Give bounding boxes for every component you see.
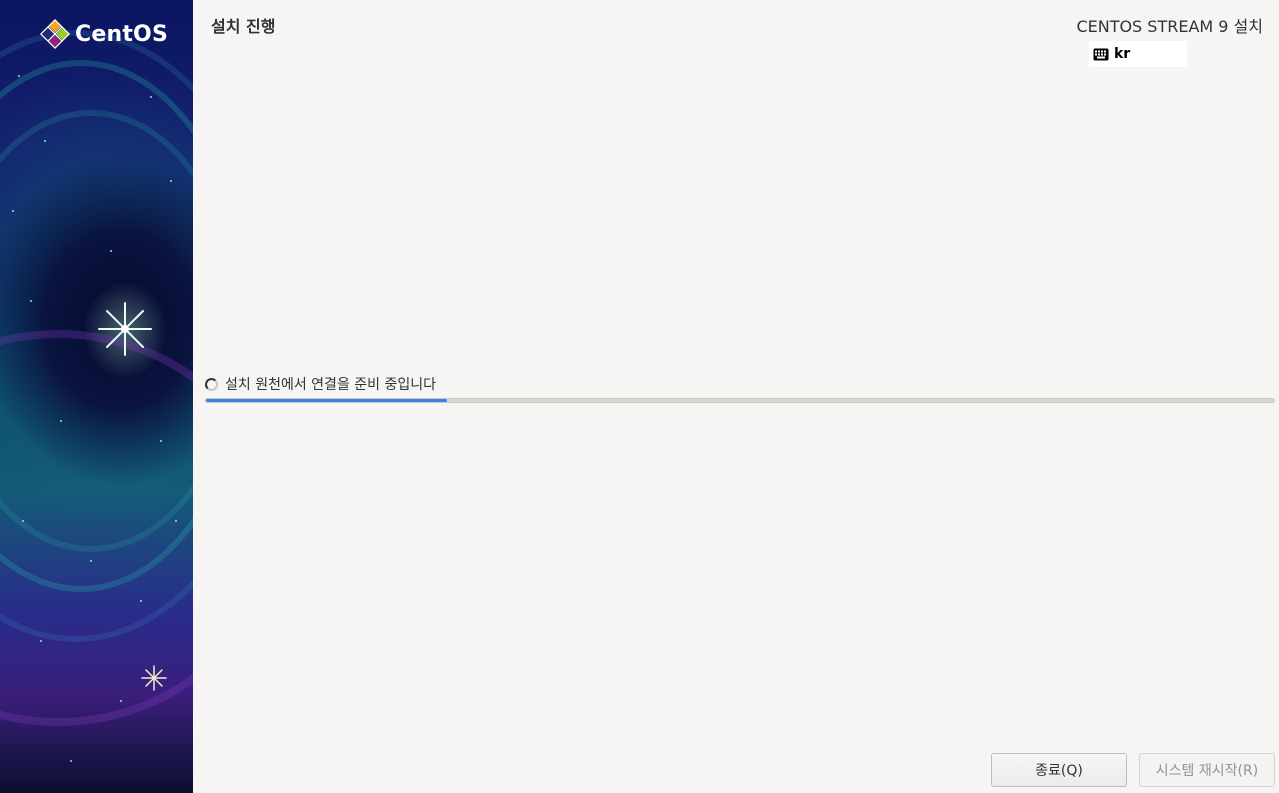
keyboard-icon xyxy=(1093,48,1109,60)
spinner-icon xyxy=(205,377,218,391)
sparkle-star xyxy=(98,302,152,356)
sidebar-artwork: CentOS xyxy=(0,0,193,793)
progress-status: 설치 원천에서 연결을 준비 중입니다 xyxy=(205,374,436,394)
small-sparkle-star xyxy=(141,665,167,691)
progress-bar-fill xyxy=(206,399,448,402)
keyboard-layout-label: kr xyxy=(1114,46,1131,62)
logo-text: CentOS xyxy=(75,21,168,47)
progress-status-text: 설치 원천에서 연결을 준비 중입니다 xyxy=(225,377,436,393)
reboot-button[interactable]: 시스템 재시작(R) xyxy=(1139,753,1275,787)
centos-logo: CentOS xyxy=(40,19,168,49)
centos-logo-icon xyxy=(40,19,70,49)
product-title: CENTOS STREAM 9 설치 xyxy=(1076,17,1263,36)
installer-window: CentOS 설치 진행 CENTOS STREAM 9 설치 kr 설치 원천… xyxy=(0,0,1279,793)
quit-button[interactable]: 종료(Q) xyxy=(991,753,1127,787)
progress-bar xyxy=(205,398,1275,403)
page-title: 설치 진행 xyxy=(211,17,276,36)
keyboard-layout-indicator[interactable]: kr xyxy=(1089,41,1187,67)
